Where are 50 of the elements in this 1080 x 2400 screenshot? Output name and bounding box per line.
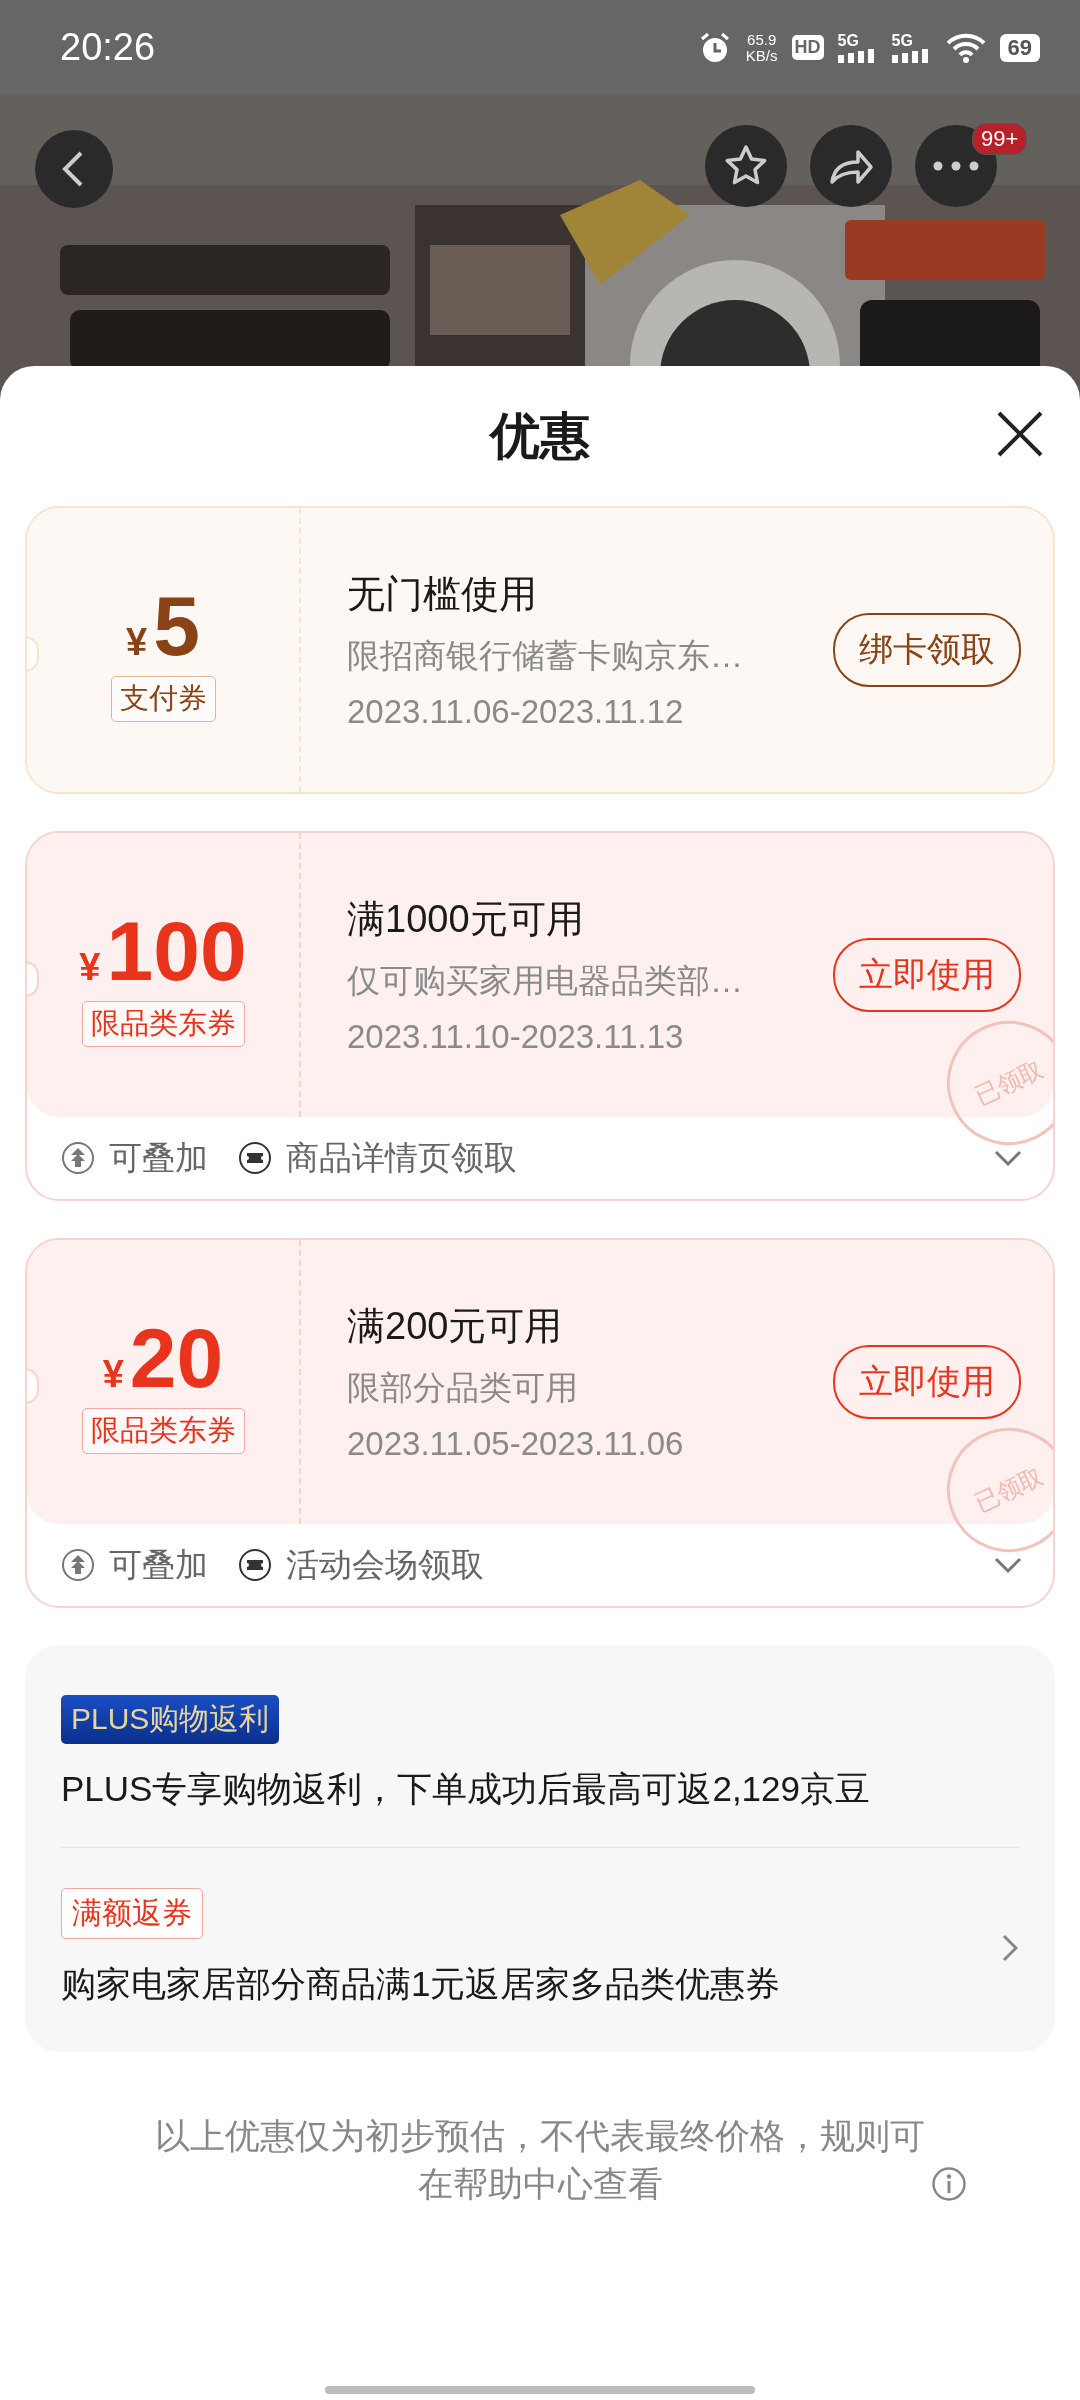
close-icon [996, 410, 1044, 458]
coupon-title: 满1000元可用 [347, 897, 585, 942]
speed-unit: KB/s [745, 47, 778, 64]
wifi-icon [945, 32, 986, 63]
coupon-amount: 100 [106, 903, 247, 999]
battery-level: 69 [999, 33, 1040, 62]
coupon-title: 满200元可用 [347, 1304, 564, 1349]
validity-period: 2023.11.10-2023.11.13 [347, 1018, 685, 1056]
sheet-title: 优惠 [490, 406, 590, 466]
chevron-icon[interactable] [993, 1148, 1023, 1168]
chevron-right-icon[interactable] [1001, 1933, 1019, 1963]
ticket-icon [238, 1548, 272, 1582]
network-type: 5G [837, 32, 860, 49]
currency-sign: ¥ [102, 1353, 124, 1396]
coupon-amount: 20 [129, 1310, 224, 1406]
coupon-title: 无门槛使用 [347, 572, 538, 617]
network-speed: 65.9 [747, 31, 777, 48]
validity-period: 2023.11.06-2023.11.12 [347, 693, 685, 731]
stackable-label: 可叠加 [109, 1544, 208, 1585]
coupon-type-tag: 支付券 [110, 676, 216, 722]
coupon-type-tag: 限品类东券 [81, 1408, 245, 1454]
coupon-action-button[interactable]: 绑卡领取 [833, 613, 1021, 687]
ticket-icon [238, 1141, 272, 1175]
currency-sign: ¥ [79, 946, 101, 989]
disclaimer-text: 以上优惠仅为初步预估，不代表最终价格，规则可在帮助中心查看 [155, 2115, 925, 2205]
chevron-icon[interactable] [993, 1555, 1023, 1575]
currency-sign: ¥ [126, 621, 148, 664]
rebate-tag: PLUS购物返利 [61, 1695, 280, 1744]
stack-icon [61, 1141, 95, 1175]
coupon-type-tag: 限品类东券 [81, 1001, 245, 1047]
coupon-description: 仅可购买家用电器品类部… [347, 961, 744, 1001]
notification-badge: 99+ [972, 123, 1028, 155]
coupon-source: 活动会场领取 [286, 1544, 484, 1585]
rebate-description: 购家电家居部分商品满1元返居家多品类优惠券 [61, 1963, 781, 2005]
rebate-description: PLUS专享购物返利，下单成功后最高可返2,129京豆 [61, 1768, 871, 1810]
info-icon[interactable] [931, 2166, 967, 2202]
coupon-description: 限招商银行储蓄卡购京东… [347, 636, 744, 676]
stack-icon [61, 1548, 95, 1582]
coupon-action-button[interactable]: 立即使用 [833, 938, 1021, 1012]
validity-period: 2023.11.05-2023.11.06 [347, 1425, 685, 1463]
network-type: 5G [891, 32, 914, 49]
stackable-label: 可叠加 [109, 1137, 208, 1178]
more-icon [932, 161, 980, 171]
coupon-description: 限部分品类可用 [347, 1368, 579, 1408]
hd-indicator: HD [791, 35, 824, 60]
rebate-tag: 满额返券 [61, 1888, 203, 1939]
coupon-amount: 5 [153, 578, 200, 674]
coupon-action-button[interactable]: 立即使用 [833, 1345, 1021, 1419]
clock-time: 20:26 [60, 26, 156, 69]
coupon-source: 商品详情页领取 [286, 1137, 517, 1178]
